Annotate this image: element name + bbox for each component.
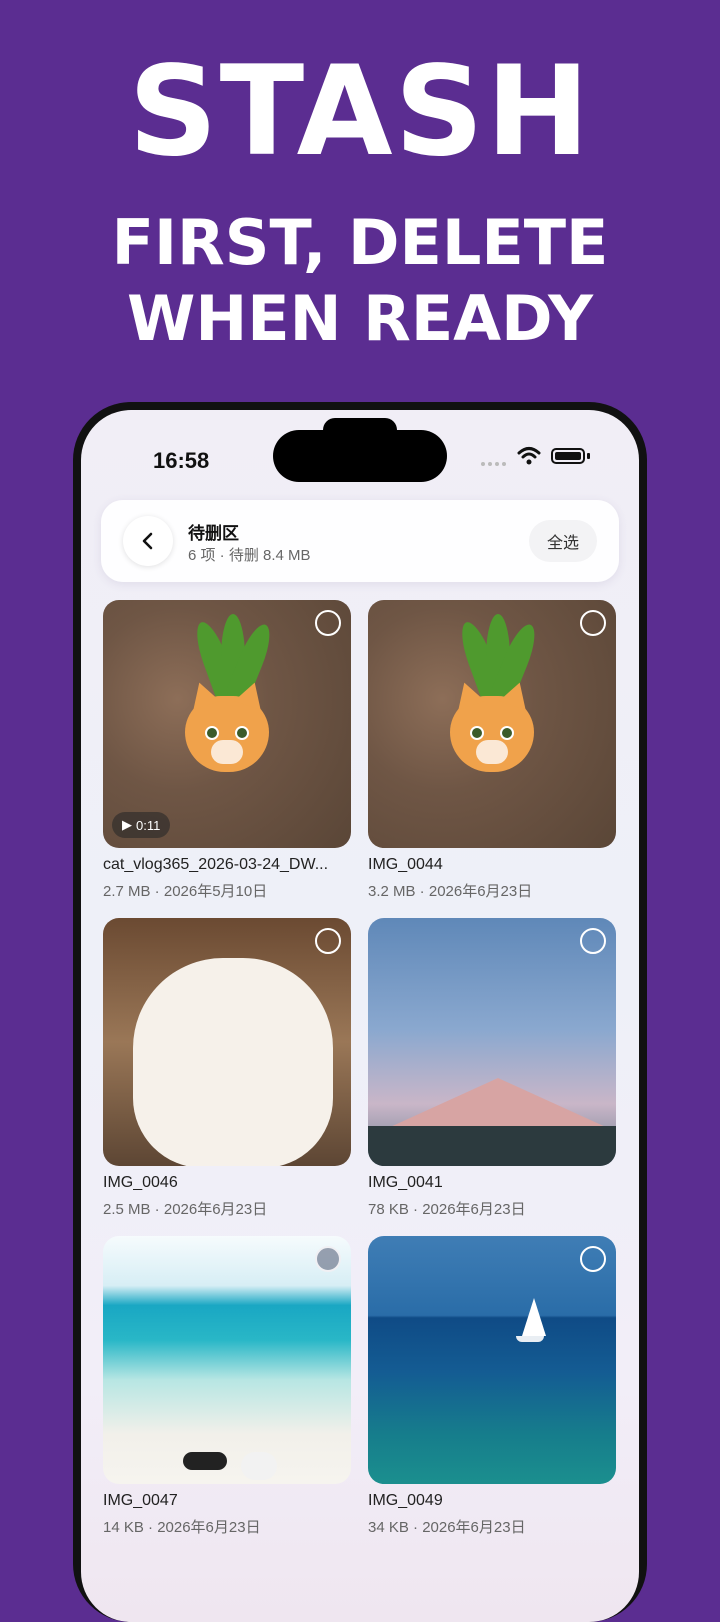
phone-screen: 16:58 待删区 6 项 · 待删 8.4 MB 全选 ▶ 0:11 cat_… xyxy=(81,410,639,1622)
dynamic-island-body xyxy=(273,430,447,482)
promo-subheadline-line-1: FIRST, DELETE xyxy=(111,206,609,279)
phone-frame: 16:58 待删区 6 项 · 待删 8.4 MB 全选 ▶ 0:11 cat_… xyxy=(73,402,647,1622)
cat-image xyxy=(450,696,534,772)
media-thumbnail[interactable] xyxy=(103,1236,351,1484)
media-name: cat_vlog365_2026-03-24_DW... xyxy=(103,856,329,873)
play-icon: ▶ xyxy=(122,817,132,832)
select-checkbox[interactable] xyxy=(580,928,606,954)
cat-image xyxy=(133,958,333,1166)
mountain-image xyxy=(388,1078,608,1128)
video-duration: 0:11 xyxy=(136,817,161,833)
media-thumbnail[interactable] xyxy=(368,1236,616,1484)
page-subtitle: 6 项 · 待删 8.4 MB xyxy=(188,547,311,564)
media-thumbnail[interactable] xyxy=(103,918,351,1166)
media-item[interactable]: IMG_0044 3.2 MB · 2026年6月23日 xyxy=(368,600,616,901)
select-checkbox[interactable] xyxy=(315,1246,341,1272)
select-all-button[interactable]: 全选 xyxy=(528,520,597,562)
media-item[interactable]: IMG_0047 14 KB · 2026年6月23日 xyxy=(103,1236,351,1537)
media-thumbnail[interactable]: ▶ 0:11 xyxy=(103,600,351,848)
page-title: 待删区 xyxy=(188,524,239,543)
chevron-left-icon xyxy=(142,532,153,550)
media-meta: 2.7 MB · 2026年5月10日 xyxy=(103,883,268,900)
media-name: IMG_0046 xyxy=(103,1174,178,1191)
status-time: 16:58 xyxy=(153,448,210,473)
sailboat-image xyxy=(522,1298,546,1336)
media-item[interactable]: IMG_0046 2.5 MB · 2026年6月23日 xyxy=(103,918,351,1219)
battery-tip xyxy=(587,453,590,459)
media-meta: 3.2 MB · 2026年6月23日 xyxy=(368,883,533,900)
wifi-icon xyxy=(517,447,541,465)
media-meta: 2.5 MB · 2026年6月23日 xyxy=(103,1201,268,1218)
media-name: IMG_0044 xyxy=(368,856,443,873)
select-checkbox[interactable] xyxy=(580,1246,606,1272)
promo-subheadline-line-2: WHEN READY xyxy=(126,282,594,355)
select-checkbox[interactable] xyxy=(315,928,341,954)
media-name: IMG_0049 xyxy=(368,1492,443,1509)
media-thumbnail[interactable] xyxy=(368,918,616,1166)
media-name: IMG_0041 xyxy=(368,1174,443,1191)
signal-icon xyxy=(481,462,506,466)
media-name: IMG_0047 xyxy=(103,1492,178,1509)
select-checkbox[interactable] xyxy=(580,610,606,636)
header-bar: 待删区 6 项 · 待删 8.4 MB 全选 xyxy=(101,500,619,582)
media-meta: 78 KB · 2026年6月23日 xyxy=(368,1201,526,1218)
media-item[interactable]: IMG_0041 78 KB · 2026年6月23日 xyxy=(368,918,616,1219)
cat-image xyxy=(185,696,269,772)
media-meta: 34 KB · 2026年6月23日 xyxy=(368,1519,526,1536)
back-button[interactable] xyxy=(123,516,173,566)
battery-icon xyxy=(551,448,585,464)
media-meta: 14 KB · 2026年6月23日 xyxy=(103,1519,261,1536)
select-checkbox[interactable] xyxy=(315,610,341,636)
media-item[interactable]: IMG_0049 34 KB · 2026年6月23日 xyxy=(368,1236,616,1537)
media-item[interactable]: ▶ 0:11 cat_vlog365_2026-03-24_DW... 2.7 … xyxy=(103,600,351,901)
promo-headline: STASH xyxy=(128,40,592,184)
media-thumbnail[interactable] xyxy=(368,600,616,848)
video-duration-badge: ▶ 0:11 xyxy=(112,812,171,838)
